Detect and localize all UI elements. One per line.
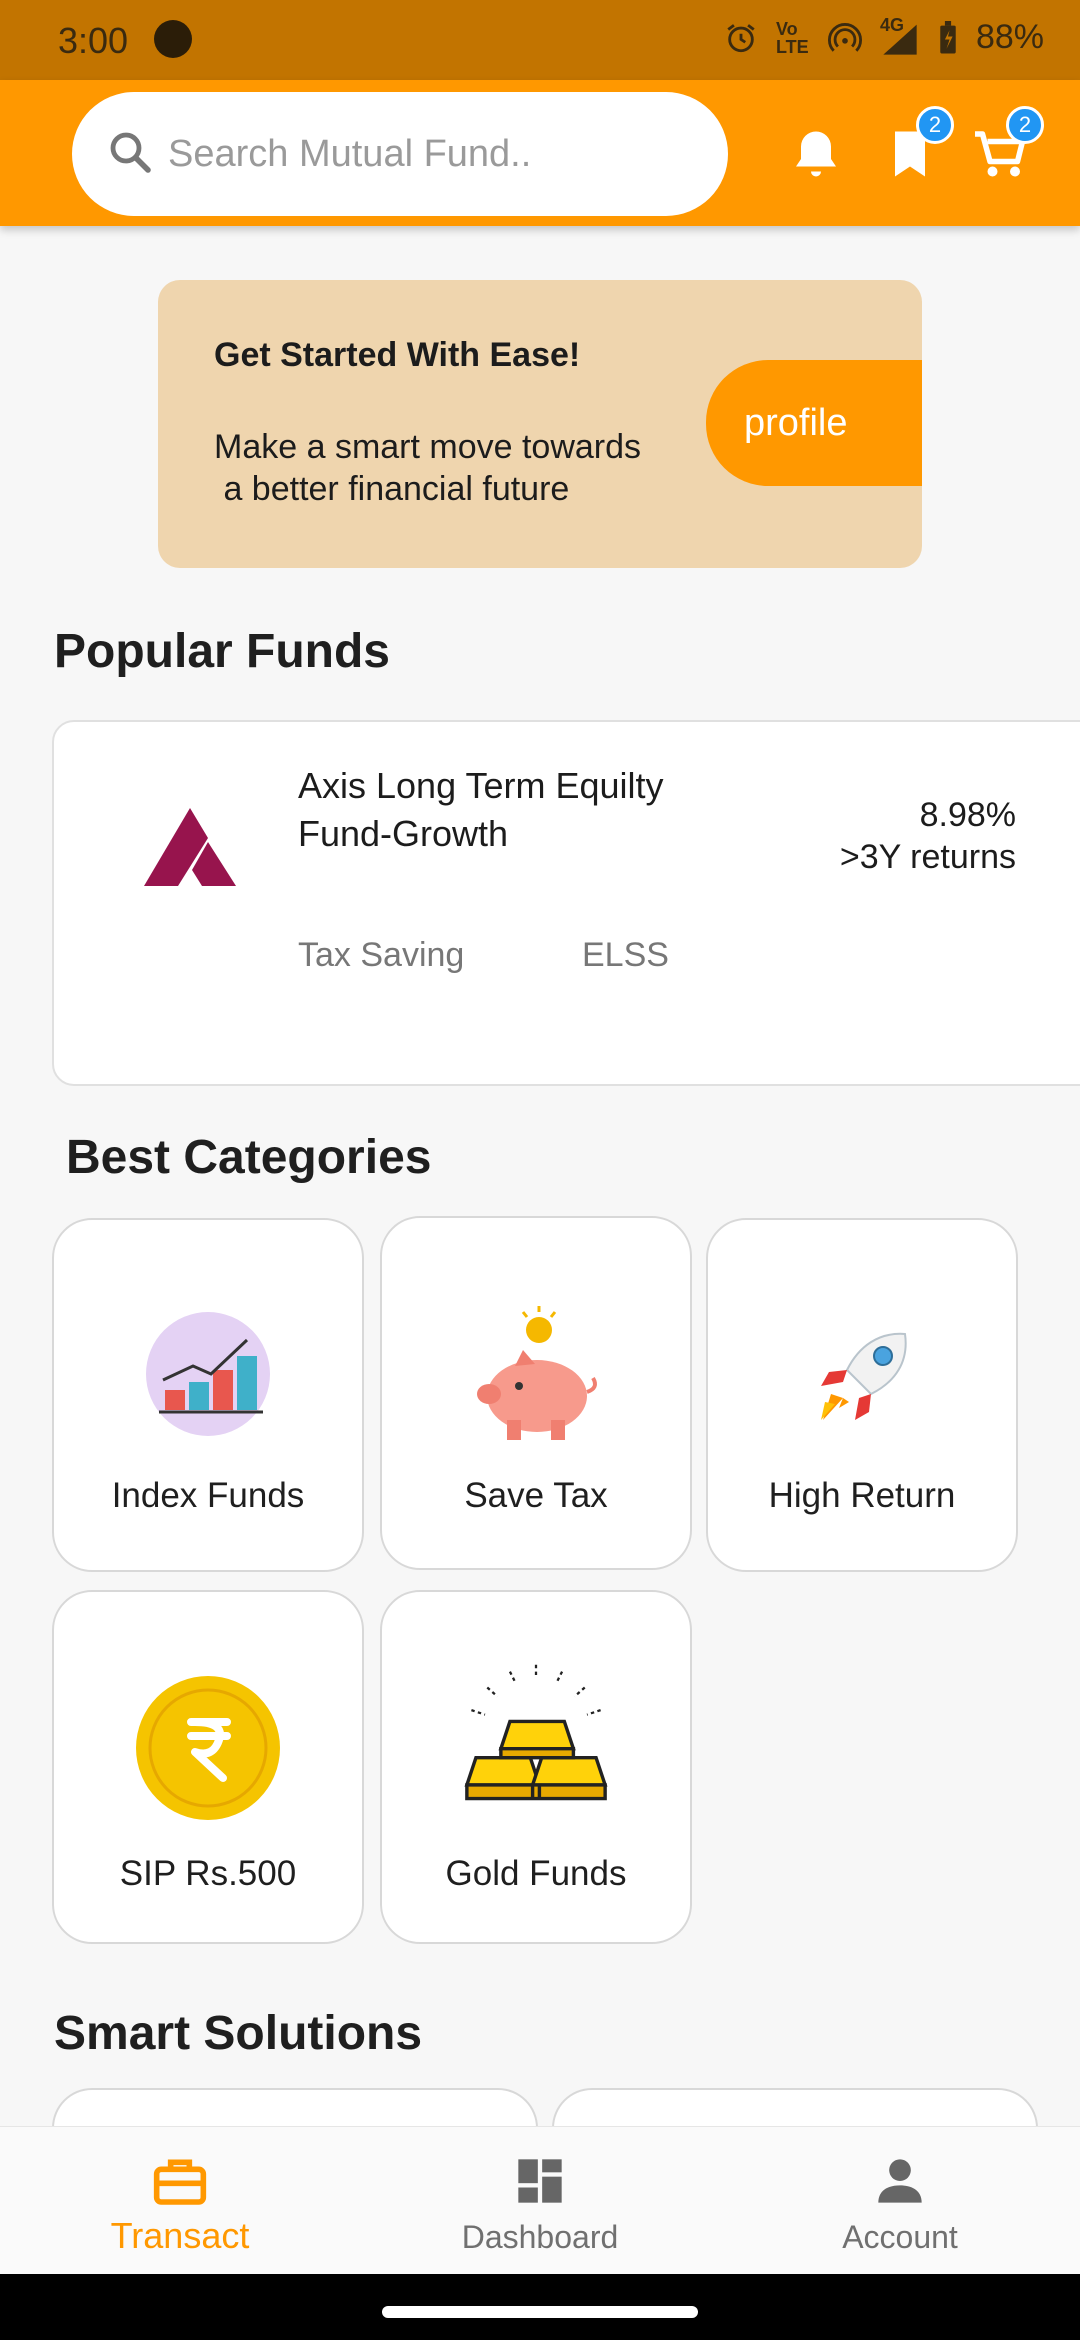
category-label: SIP Rs.500	[119, 1854, 297, 1893]
banner-title: Get Started With Ease!	[214, 336, 581, 374]
status-bar: 3:00 Vo LTE 4G 88%	[0, 0, 1080, 80]
hotspot-icon	[827, 21, 862, 55]
category-high-return[interactable]: High Return	[706, 1218, 1018, 1572]
bookmark-button[interactable]: 2	[880, 106, 954, 184]
category-gold-funds[interactable]: Gold Funds	[380, 1590, 692, 1944]
nav-transact[interactable]: Transact	[0, 2127, 360, 2275]
axis-logo-icon	[144, 808, 236, 891]
cart-button[interactable]: 2	[970, 106, 1044, 184]
chart-icon	[146, 1312, 270, 1436]
fund-return-value: 8.98%	[919, 796, 1016, 834]
category-label: Index Funds	[111, 1476, 305, 1515]
fund-name: Axis Long Term Equilty Fund-Growth	[298, 765, 664, 854]
fund-return-period: >3Y returns	[839, 838, 1016, 876]
fund-return: 8.98% >3Y returns	[840, 794, 1016, 878]
nav-label: Transact	[110, 2215, 250, 2256]
profile-button[interactable]: profile	[706, 360, 922, 486]
category-label: Save Tax	[464, 1476, 608, 1515]
banner-text-line2: a better financial future	[214, 470, 570, 508]
notification-bell-button[interactable]	[786, 124, 846, 184]
smart-solutions-title: Smart Solutions	[54, 2007, 423, 2060]
category-save-tax[interactable]: Save Tax	[380, 1216, 692, 1570]
nav-dashboard[interactable]: Dashboard	[360, 2127, 720, 2275]
app-header: 2 2	[0, 80, 1080, 226]
search-bar[interactable]	[72, 92, 728, 216]
nav-label: Dashboard	[461, 2219, 619, 2255]
nav-account[interactable]: Account	[720, 2127, 1080, 2275]
fund-tag-type: ELSS	[582, 936, 669, 974]
nav-label: Account	[842, 2219, 958, 2255]
dashboard-icon	[518, 2159, 562, 2203]
category-sip[interactable]: SIP Rs.500	[52, 1590, 364, 1944]
get-started-banner: Get Started With Ease! Make a smart move…	[158, 280, 922, 568]
network-type-label: 4G	[879, 14, 904, 35]
home-gesture-bar[interactable]	[382, 2306, 698, 2318]
rupee-coin-icon	[136, 1676, 280, 1820]
category-label: High Return	[768, 1476, 956, 1515]
app-notification-icon	[154, 20, 192, 58]
category-index-funds[interactable]: Index Funds	[52, 1218, 364, 1572]
battery-icon	[938, 20, 958, 55]
briefcase-icon	[153, 2159, 207, 2205]
bell-icon	[796, 131, 836, 177]
bottom-navigation: Transact Dashboard Account	[0, 2126, 1080, 2274]
search-icon	[106, 128, 168, 181]
rocket-icon	[821, 1332, 907, 1420]
best-categories-title: Best Categories	[66, 1131, 432, 1184]
category-label: Gold Funds	[445, 1854, 627, 1893]
signal-icon: 4G	[880, 15, 920, 55]
alarm-icon	[724, 21, 758, 55]
fund-tag-category: Tax Saving	[298, 936, 465, 974]
status-time: 3:00	[58, 20, 129, 61]
status-icons: Vo LTE 4G 88%	[724, 15, 1044, 57]
cart-count-badge: 2	[1006, 106, 1044, 144]
bookmark-count-badge: 2	[916, 106, 954, 144]
popular-funds-title: Popular Funds	[54, 625, 390, 678]
gold-bars-icon	[464, 1664, 608, 1801]
piggy-bank-icon	[477, 1306, 597, 1440]
banner-text-line1: Make a smart move towards	[214, 428, 642, 466]
search-input[interactable]	[168, 132, 688, 176]
fund-card[interactable]: Axis Long Term Equilty Fund-Growth 8.98%…	[52, 720, 1080, 1086]
battery-percent: 88%	[975, 18, 1044, 56]
person-icon	[878, 2159, 922, 2203]
volte-label: Vo LTE	[775, 18, 809, 57]
